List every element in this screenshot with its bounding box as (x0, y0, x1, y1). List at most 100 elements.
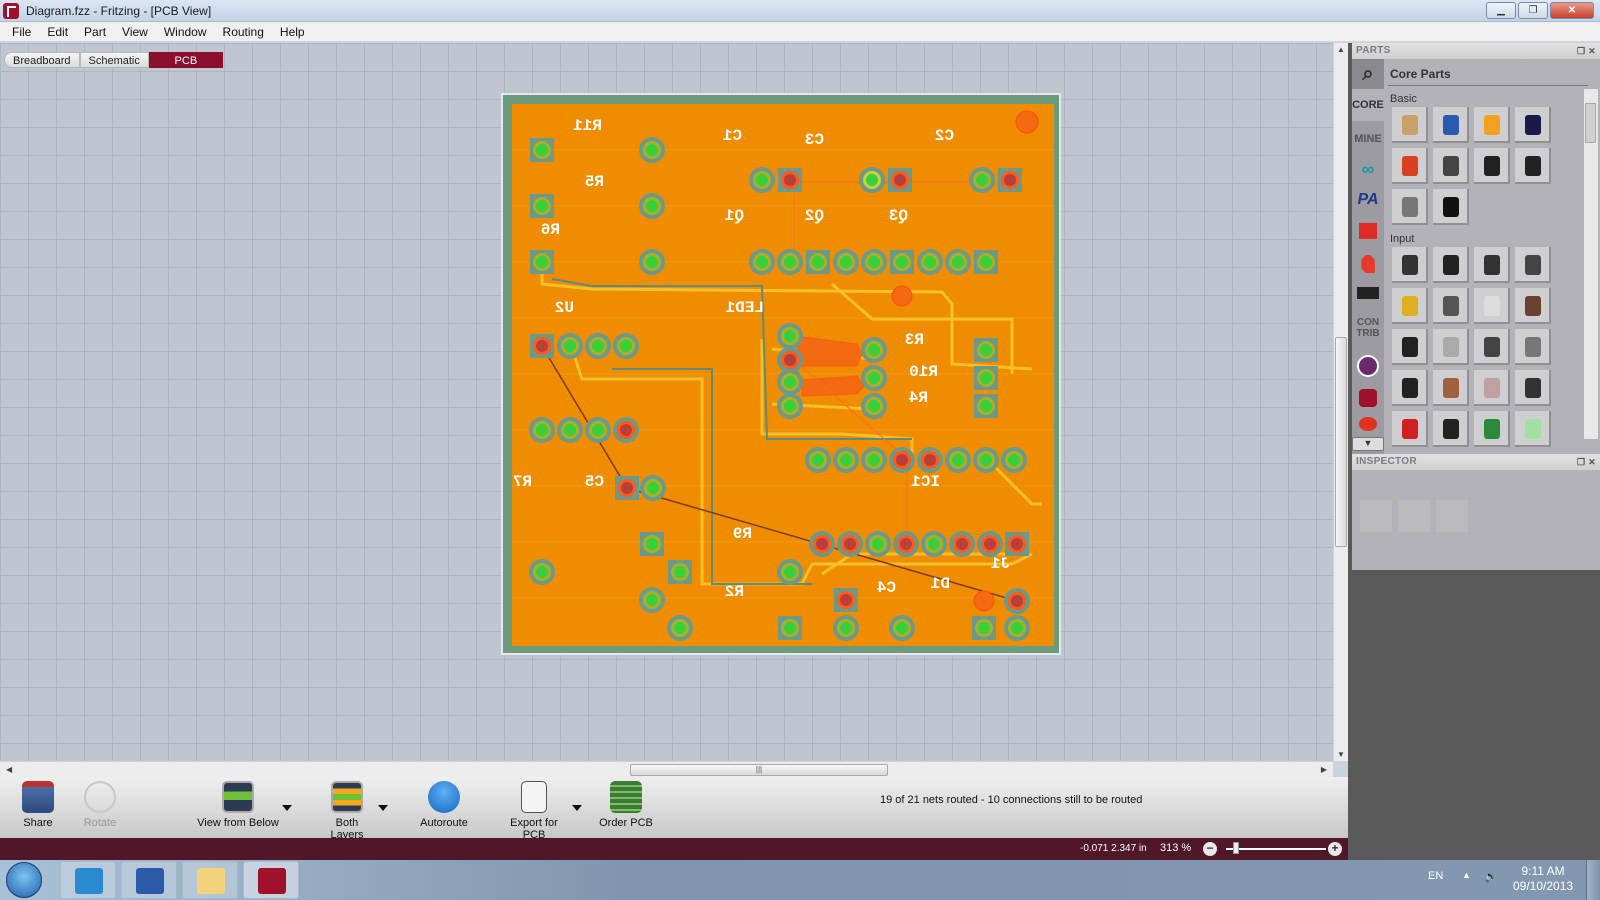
pcb-pad-unrouted[interactable] (834, 588, 858, 612)
zoom-slider[interactable] (1226, 848, 1326, 850)
pcb-pad-unrouted[interactable] (809, 531, 835, 557)
part-slide-potentiometer[interactable] (1433, 247, 1469, 283)
pcb-pad[interactable] (529, 559, 555, 585)
part-potentiometer[interactable] (1392, 247, 1428, 283)
pcb-pad[interactable] (639, 249, 665, 275)
pcb-pad[interactable] (639, 587, 665, 613)
part-fet-p[interactable] (1392, 189, 1428, 225)
pcb-pad[interactable] (833, 615, 859, 641)
part-resistor[interactable] (1392, 107, 1428, 143)
pcb-pad-unrouted[interactable] (1004, 588, 1030, 614)
view-from-below-dropdown[interactable] (282, 805, 292, 811)
custom-bin-hexagon-icon[interactable] (1352, 389, 1384, 410)
pcb-pad[interactable] (805, 447, 831, 473)
part-slide-switch[interactable] (1392, 329, 1428, 365)
menu-window[interactable]: Window (156, 25, 215, 39)
part-flex-sensor[interactable] (1515, 329, 1551, 365)
order-pcb-button[interactable]: Order PCB (598, 781, 654, 829)
part-gps-module[interactable] (1392, 411, 1428, 447)
part-diode[interactable] (1433, 148, 1469, 184)
part-keypad[interactable] (1515, 247, 1551, 283)
custom-bin-red-icon[interactable] (1352, 417, 1384, 434)
custom-bin-flower-icon[interactable] (1352, 355, 1384, 380)
pcb-pad[interactable] (945, 249, 971, 275)
pcb-pad[interactable] (639, 193, 665, 219)
zoom-out-button[interactable]: − (1203, 842, 1217, 856)
part-trimmer[interactable] (1474, 247, 1510, 283)
pcb-pad[interactable] (969, 167, 995, 193)
pcb-pad[interactable] (585, 333, 611, 359)
bin-contrib[interactable]: CON TRIB (1352, 317, 1384, 339)
close-button[interactable]: ✕ (1550, 2, 1594, 19)
bin-core[interactable]: CORE (1352, 89, 1384, 121)
pcb-board-outline[interactable]: R11 R5 R6 U2 C1 C3 C2 Q1 Q2 Q3 LED1 R3 R10 R4 IC1 R7 C5 R… (501, 93, 1061, 655)
pcb-pad[interactable] (530, 250, 554, 274)
pcb-pad[interactable] (530, 194, 554, 218)
menu-file[interactable]: File (4, 25, 39, 39)
pcb-pad[interactable] (861, 337, 887, 363)
zoom-slider-handle[interactable] (1233, 842, 1239, 854)
rotate-button[interactable]: Rotate (78, 781, 122, 829)
autoroute-button[interactable]: Autoroute (418, 781, 470, 829)
pcb-pad[interactable] (861, 365, 887, 391)
inspector-float-button[interactable]: ❐ (1577, 457, 1585, 467)
part-mystery-part[interactable] (1433, 189, 1469, 225)
scroll-left-arrow[interactable]: ◀ (6, 765, 12, 774)
pcb-pad[interactable] (1001, 447, 1027, 473)
pcb-pad[interactable] (777, 249, 803, 275)
pcb-pad-unrouted[interactable] (893, 531, 919, 557)
pcb-pad[interactable] (833, 447, 859, 473)
pcb-pad[interactable] (530, 138, 554, 162)
part-rotary-encoder[interactable] (1433, 288, 1469, 324)
seeed-bin-icon[interactable] (1352, 223, 1384, 242)
tray-expand-icon[interactable]: ▲ (1462, 870, 1471, 880)
pcb-pad[interactable] (889, 615, 915, 641)
both-layers-dropdown[interactable] (378, 805, 388, 811)
pcb-pad[interactable] (1004, 615, 1030, 641)
part-accelerometer[interactable] (1474, 370, 1510, 406)
pcb-pad[interactable] (945, 447, 971, 473)
pcb-pad[interactable] (778, 616, 802, 640)
pcb-pad-unrouted[interactable] (615, 476, 639, 500)
zoom-in-button[interactable]: + (1328, 842, 1342, 856)
pcb-board[interactable]: R11 R5 R6 U2 C1 C3 C2 Q1 Q2 Q3 LED1 R3 R10 R4 IC1 R7 C5 R… (512, 104, 1054, 646)
scroll-up-arrow[interactable]: ▲ (1337, 45, 1345, 54)
menu-help[interactable]: Help (272, 25, 313, 39)
pcb-pad[interactable] (833, 249, 859, 275)
pcb-pad[interactable] (865, 531, 891, 557)
part-distance-sensor[interactable] (1433, 370, 1469, 406)
pcb-pad[interactable] (861, 393, 887, 419)
pcb-pad-unrouted[interactable] (949, 531, 975, 557)
menu-view[interactable]: View (114, 25, 156, 39)
menu-routing[interactable]: Routing (215, 25, 272, 39)
pcb-pad[interactable] (972, 616, 996, 640)
part-antenna[interactable] (1474, 411, 1510, 447)
pcb-pad[interactable] (749, 167, 775, 193)
pcb-pad[interactable] (557, 417, 583, 443)
pa-bin-icon[interactable]: PA (1352, 191, 1384, 209)
pcb-pad[interactable] (777, 369, 803, 395)
tab-breadboard[interactable]: Breadboard (4, 52, 80, 68)
pcb-pad[interactable] (529, 417, 555, 443)
vertical-scrollbar[interactable]: ▲ ▼ (1333, 43, 1348, 761)
pcb-pad[interactable] (974, 338, 998, 362)
pcb-pad[interactable] (777, 393, 803, 419)
pcb-pad-unrouted[interactable] (1005, 532, 1029, 556)
part-pnp-transistor[interactable] (1474, 148, 1510, 184)
part-electrolytic-capacitor[interactable] (1515, 107, 1551, 143)
scroll-down-arrow[interactable]: ▼ (1337, 750, 1345, 759)
pcb-pad[interactable] (974, 394, 998, 418)
pcb-pad[interactable] (974, 366, 998, 390)
arduino-bin-icon[interactable]: ∞ (1352, 159, 1384, 180)
pcb-pad-unrouted[interactable] (530, 334, 554, 358)
both-layers-button[interactable]: Both Layers (318, 781, 388, 841)
export-for-pcb-button[interactable]: Export for PCB (498, 781, 582, 841)
pcb-pad[interactable] (639, 137, 665, 163)
restore-button[interactable]: ❐ (1518, 2, 1548, 19)
pcb-pad[interactable] (640, 475, 666, 501)
pcb-pad[interactable] (557, 333, 583, 359)
pcb-pad-unrouted[interactable] (998, 168, 1022, 192)
tab-pcb[interactable]: PCB (148, 52, 223, 68)
part-pushbutton[interactable] (1515, 288, 1551, 324)
part-npn-transistor[interactable] (1515, 148, 1551, 184)
